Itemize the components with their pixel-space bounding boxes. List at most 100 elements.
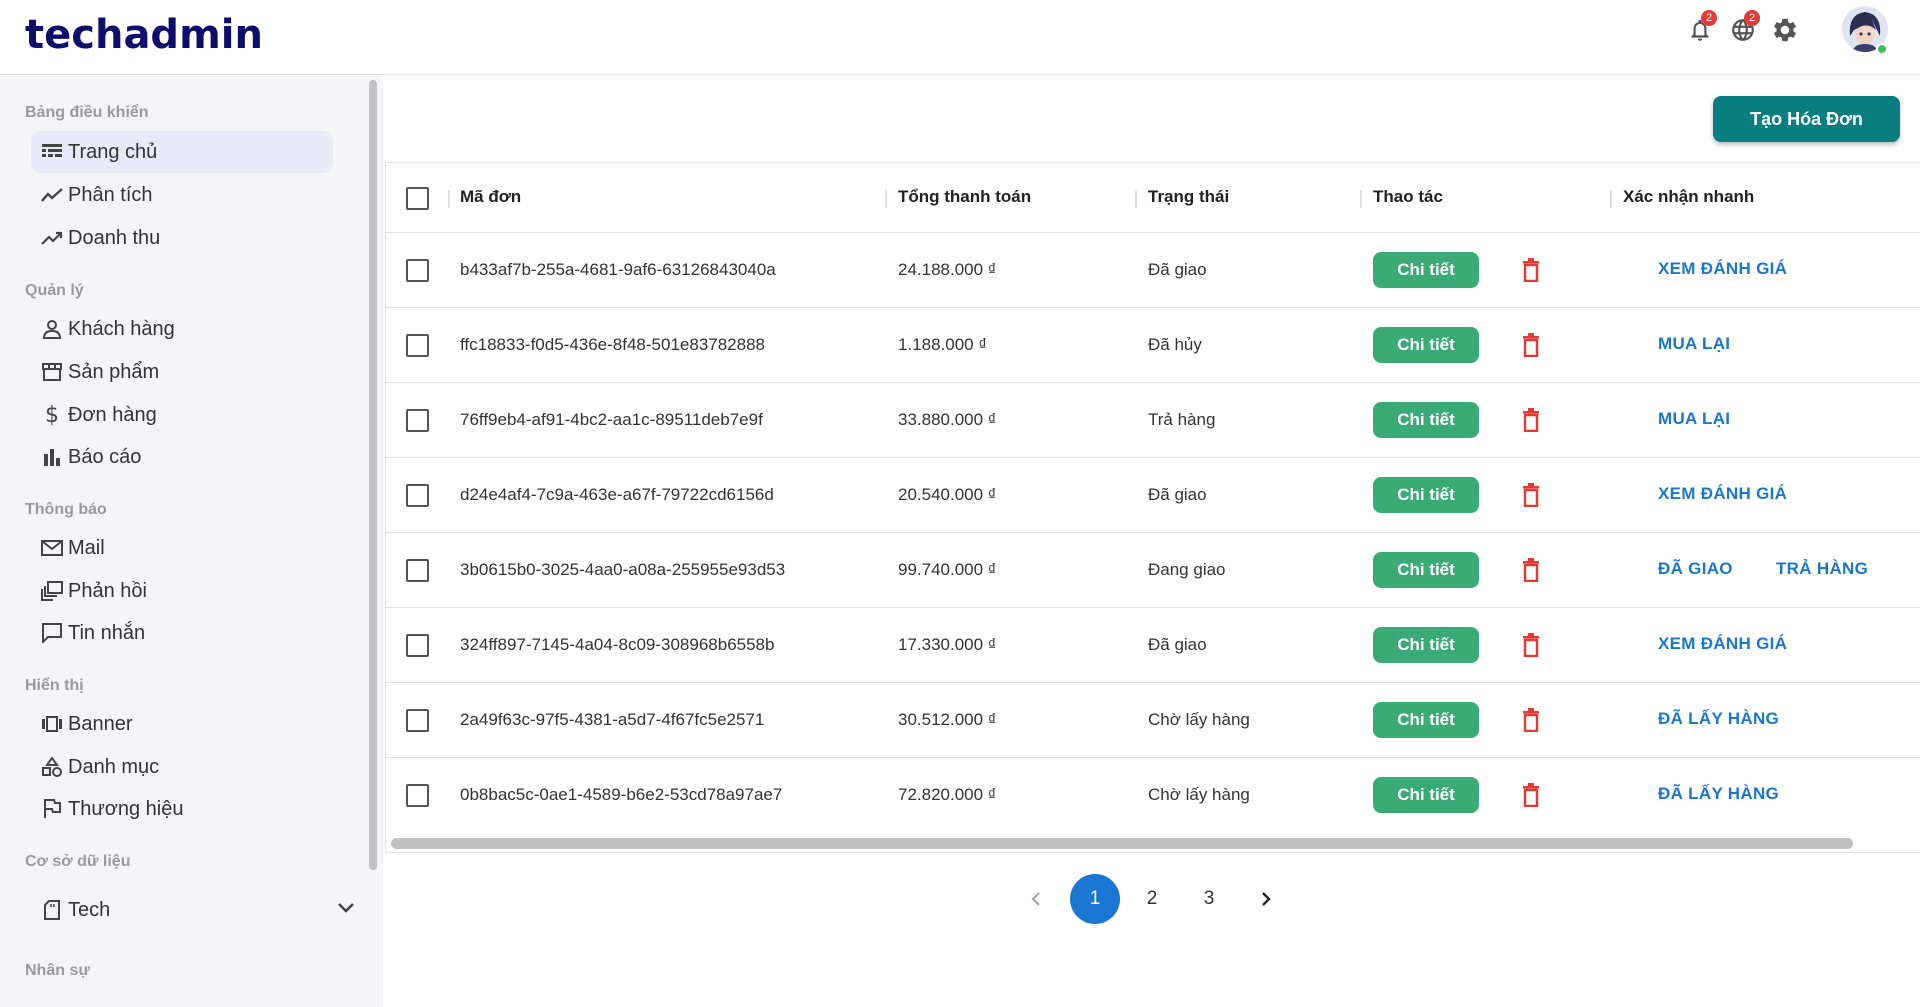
- sidebar-item-banner[interactable]: Banner: [31, 703, 333, 745]
- page-2-button[interactable]: 2: [1127, 874, 1177, 924]
- sidebar-item-analytics[interactable]: Phân tích: [31, 174, 333, 216]
- delete-icon[interactable]: [1520, 332, 1542, 358]
- order-total: 17.330.000 ₫: [898, 635, 997, 654]
- create-invoice-button[interactable]: Tạo Hóa Đơn: [1713, 96, 1900, 142]
- mail-icon: [40, 536, 64, 560]
- sidebar-item-label: Banner: [68, 712, 133, 735]
- order-total: 1.188.000 ₫: [898, 335, 988, 354]
- delete-icon[interactable]: [1520, 407, 1542, 433]
- column-separator: [1135, 190, 1137, 208]
- notifications-button[interactable]: 2: [1683, 10, 1717, 47]
- analytics-icon: [40, 183, 64, 207]
- sidebar-item-label: Tin nhắn: [68, 621, 146, 644]
- detail-button[interactable]: Chi tiết: [1373, 552, 1479, 588]
- quick-action-link[interactable]: MUA LẠI: [1658, 334, 1730, 354]
- detail-button[interactable]: Chi tiết: [1373, 777, 1479, 813]
- row-checkbox[interactable]: [406, 334, 429, 357]
- column-quick-confirm[interactable]: Xác nhận nhanh: [1623, 187, 1754, 207]
- table-row: d24e4af4-7c9a-463e-a67f-79722cd6156d 20.…: [386, 458, 1920, 533]
- sidebar-item-label: Phản hồi: [68, 579, 147, 602]
- row-checkbox[interactable]: [406, 709, 429, 732]
- message-icon: [40, 621, 64, 645]
- row-checkbox[interactable]: [406, 409, 429, 432]
- table-row: 2a49f63c-97f5-4381-a5d7-4f67fc5e2571 30.…: [386, 683, 1920, 758]
- sidebar-item-orders[interactable]: $ Đơn hàng: [31, 394, 333, 436]
- order-status: Đã giao: [1148, 260, 1207, 279]
- delete-icon[interactable]: [1520, 257, 1542, 283]
- table-row: 324ff897-7145-4a04-8c09-308968b6558b 17.…: [386, 608, 1920, 683]
- trending-up-icon: [40, 226, 64, 250]
- sidebar-item-label: Tech: [68, 898, 111, 921]
- column-actions[interactable]: Thao tác: [1373, 187, 1443, 207]
- delete-icon[interactable]: [1520, 632, 1542, 658]
- order-id: d24e4af4-7c9a-463e-a67f-79722cd6156d: [460, 485, 774, 504]
- table-row: 3b0615b0-3025-4aa0-a08a-255955e93d53 99.…: [386, 533, 1920, 608]
- order-status: Đã giao: [1148, 485, 1207, 504]
- quick-action-link[interactable]: XEM ĐÁNH GIÁ: [1658, 259, 1787, 279]
- column-order-id[interactable]: Mã đơn: [460, 187, 521, 207]
- order-status: Đã hủy: [1148, 335, 1202, 354]
- sidebar-item-feedback[interactable]: Phản hồi: [31, 570, 333, 612]
- sidebar-item-brands[interactable]: Thương hiệu: [31, 788, 333, 830]
- quick-action-link[interactable]: ĐÃ LẤY HÀNG: [1658, 784, 1779, 804]
- table-row: b433af7b-255a-4681-9af6-63126843040a 24.…: [386, 233, 1920, 308]
- sidebar-item-label: Phân tích: [68, 183, 153, 206]
- select-all-checkbox[interactable]: [406, 187, 429, 210]
- detail-button[interactable]: Chi tiết: [1373, 702, 1479, 738]
- quick-action-link[interactable]: XEM ĐÁNH GIÁ: [1658, 484, 1787, 504]
- quick-action-link[interactable]: ĐÃ GIAO: [1658, 559, 1733, 579]
- sidebar-section-hr: Nhân sự: [25, 962, 90, 979]
- delete-icon[interactable]: [1520, 782, 1542, 808]
- detail-button[interactable]: Chi tiết: [1373, 327, 1479, 363]
- brand-logo[interactable]: techadmin: [25, 12, 263, 58]
- sidebar-scrollbar[interactable]: [369, 80, 377, 870]
- table-horizontal-scrollbar[interactable]: [391, 838, 1853, 849]
- detail-button[interactable]: Chi tiết: [1373, 477, 1479, 513]
- page-1-button[interactable]: 1: [1070, 874, 1120, 924]
- prev-page-button[interactable]: [1024, 887, 1048, 911]
- dollar-icon: $: [45, 402, 59, 428]
- chevron-left-icon: [1031, 892, 1040, 906]
- sidebar-item-mail[interactable]: Mail: [31, 527, 333, 569]
- chevron-right-icon: [1262, 892, 1271, 906]
- detail-button[interactable]: Chi tiết: [1373, 627, 1479, 663]
- sidebar-item-messages[interactable]: Tin nhắn: [31, 612, 333, 654]
- sidebar-item-home[interactable]: Trang chủ: [31, 131, 333, 173]
- page-3-button[interactable]: 3: [1184, 874, 1234, 924]
- quick-action-link[interactable]: TRẢ HÀNG: [1776, 559, 1868, 579]
- quick-action-link[interactable]: MUA LẠI: [1658, 409, 1730, 429]
- table-row: 0b8bac5c-0ae1-4589-b6e2-53cd78a97ae7 72.…: [386, 758, 1920, 833]
- delete-icon[interactable]: [1520, 557, 1542, 583]
- next-page-button[interactable]: [1254, 887, 1278, 911]
- sidebar-section-display: Hiển thị: [25, 677, 84, 694]
- sidebar-item-revenue[interactable]: Doanh thu: [31, 217, 333, 259]
- order-total: 72.820.000 ₫: [898, 785, 997, 804]
- detail-button[interactable]: Chi tiết: [1373, 402, 1479, 438]
- language-button[interactable]: 2: [1726, 10, 1760, 47]
- order-total: 99.740.000 ₫: [898, 560, 997, 579]
- sidebar-item-tech-database[interactable]: Tech: [31, 889, 354, 931]
- delete-icon[interactable]: [1520, 482, 1542, 508]
- delete-icon[interactable]: [1520, 707, 1542, 733]
- notifications-badge: 2: [1701, 10, 1717, 26]
- column-status[interactable]: Trạng thái: [1148, 187, 1229, 207]
- row-checkbox[interactable]: [406, 784, 429, 807]
- language-badge: 2: [1744, 10, 1760, 26]
- row-checkbox[interactable]: [406, 259, 429, 282]
- detail-button[interactable]: Chi tiết: [1373, 252, 1479, 288]
- column-total[interactable]: Tổng thanh toán: [898, 187, 1031, 207]
- row-checkbox[interactable]: [406, 484, 429, 507]
- quick-action-link[interactable]: XEM ĐÁNH GIÁ: [1658, 634, 1787, 654]
- quick-action-link[interactable]: ĐÃ LẤY HÀNG: [1658, 709, 1779, 729]
- sidebar-item-products[interactable]: Sản phẩm: [31, 351, 333, 393]
- sidebar-item-customers[interactable]: Khách hàng: [31, 308, 333, 350]
- settings-button[interactable]: [1768, 13, 1802, 47]
- row-checkbox[interactable]: [406, 559, 429, 582]
- sidebar-item-categories[interactable]: Danh mục: [31, 746, 333, 788]
- row-checkbox[interactable]: [406, 634, 429, 657]
- online-status-dot: [1876, 43, 1888, 55]
- gear-icon: [1774, 18, 1796, 42]
- sidebar-section-management: Quản lý: [25, 282, 84, 299]
- sidebar-item-reports[interactable]: Báo cáo: [31, 436, 333, 478]
- chevron-down-icon[interactable]: [337, 901, 355, 919]
